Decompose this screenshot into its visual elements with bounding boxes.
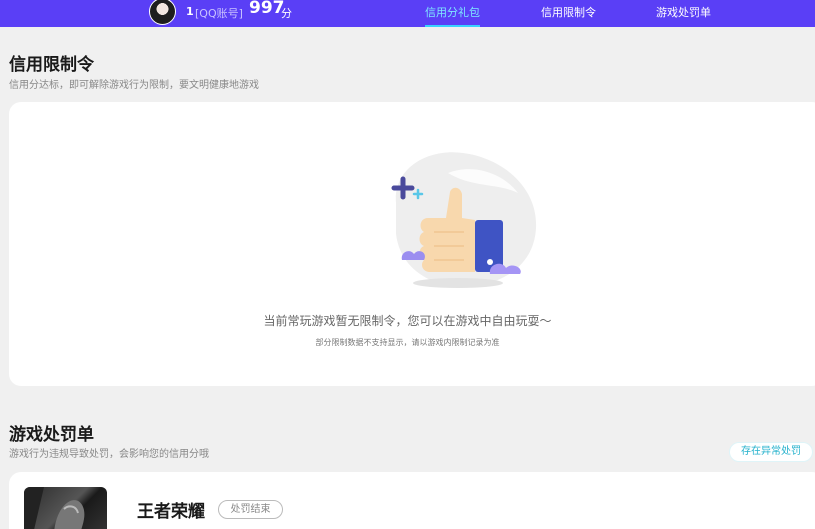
- tab-credit-restriction[interactable]: 信用限制令: [541, 4, 596, 27]
- account-type-tag: [QQ账号]: [195, 7, 243, 20]
- empty-state-note: 部分限制数据不支持显示，请以游戏内限制记录为准: [315, 338, 500, 347]
- account-id: 1: [186, 5, 194, 18]
- credit-score-unit: 分: [281, 7, 292, 20]
- penalty-section-subtitle: 游戏行为违规导致处罚，会影响您的信用分哦: [9, 449, 209, 460]
- thumbs-up-illustration: [391, 152, 537, 288]
- tab-game-penalty[interactable]: 游戏处罚单: [656, 4, 711, 27]
- penalty-card[interactable]: [9, 472, 815, 529]
- credit-score: 997: [249, 0, 285, 18]
- abnormal-penalty-button[interactable]: 存在异常处罚: [729, 442, 813, 462]
- top-bar: 1 [QQ账号] 997 分 信用分礼包 信用限制令 游戏处罚单: [0, 0, 815, 27]
- penalty-section-title: 游戏处罚单: [9, 425, 94, 445]
- game-art-icon: [24, 487, 85, 529]
- restriction-section-title: 信用限制令: [9, 55, 94, 75]
- tab-credit-gift[interactable]: 信用分礼包: [425, 4, 480, 27]
- game-thumbnail: [24, 487, 107, 529]
- penalty-status-badge: 处罚结束: [218, 500, 283, 519]
- restriction-section-subtitle: 信用分达标，即可解除游戏行为限制，要文明健康地游戏: [9, 80, 259, 91]
- empty-state-message: 当前常玩游戏暂无限制令，您可以在游戏中自由玩耍～: [263, 314, 552, 328]
- avatar[interactable]: [149, 0, 176, 25]
- game-name: 王者荣耀: [137, 502, 205, 522]
